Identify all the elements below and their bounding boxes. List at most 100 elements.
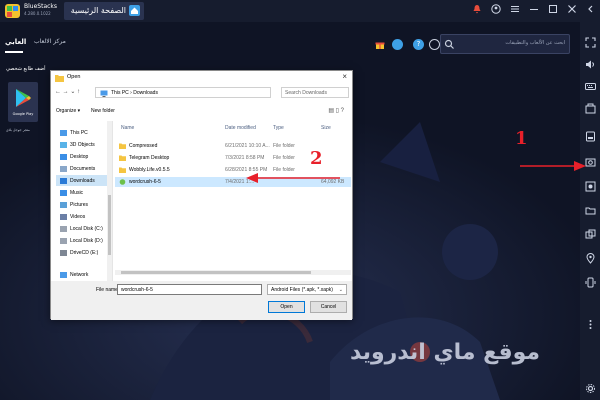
install-apk-icon[interactable] (584, 130, 596, 142)
folder-icon (119, 155, 126, 161)
more-icon[interactable] (584, 318, 596, 330)
file-name-field[interactable]: wordcrush-6-5 (117, 284, 262, 295)
settings-icon[interactable] (584, 382, 596, 394)
file-list-scrollbar-thumb[interactable] (121, 271, 311, 274)
column-header-size[interactable]: Size (321, 125, 331, 131)
chevron-down-icon: ⌄ (338, 287, 343, 293)
folder-icon[interactable] (584, 204, 596, 216)
file-list-scrollbar[interactable] (115, 270, 351, 275)
app-version: 4.280.0.1022 (24, 11, 51, 16)
my-games-title: أضف طابع شخصي (6, 66, 46, 72)
nav-item-desktop[interactable]: Desktop (56, 151, 88, 162)
minimize-icon[interactable] (528, 3, 540, 15)
dialog-search-placeholder: Search Downloads (285, 90, 327, 96)
expand-icon[interactable] (585, 3, 597, 15)
maximize-icon[interactable] (547, 3, 559, 15)
open-file-dialog: Open × ← → ⌄ ↑ This PC › Downloads Searc… (50, 70, 353, 320)
path-text: This PC › Downloads (111, 90, 158, 96)
screenshot-icon[interactable] (584, 102, 596, 114)
gift-icon[interactable] (375, 40, 385, 50)
nav-item-local-disk-c[interactable]: Local Disk (C:) (56, 223, 103, 234)
record-icon[interactable] (584, 180, 596, 192)
document-icon (60, 165, 67, 172)
nav-item-network[interactable]: Network (56, 269, 88, 280)
nav-scrollbar-thumb[interactable] (108, 195, 111, 255)
apk-file-icon (119, 179, 126, 185)
search-input[interactable]: ابحث عن الألعاب والتطبيقات (440, 34, 570, 54)
nav-item-pictures[interactable]: Pictures (56, 199, 88, 210)
keyboard-icon[interactable] (584, 80, 596, 92)
active-tab-indicator (5, 51, 23, 53)
video-icon (60, 213, 67, 220)
folder-icon (55, 75, 64, 82)
nav-item-drivecd-e[interactable]: DriveCD (E:) (56, 247, 98, 258)
navigation-pane: This PC 3D Objects Desktop Documents Dow… (51, 121, 113, 281)
bell-icon[interactable] (471, 3, 483, 15)
cd-drive-icon (60, 249, 67, 256)
view-options-icon[interactable]: ▤ ▯ ? (328, 107, 344, 114)
dialog-title-bar: Open × (51, 71, 352, 85)
twitter-icon[interactable] (392, 39, 403, 50)
home-icon (129, 5, 140, 16)
dialog-close-icon[interactable]: × (342, 72, 347, 81)
column-header-date[interactable]: Date modified (225, 125, 256, 131)
watermark: موقع ماي اندرويد (350, 340, 541, 365)
close-icon[interactable] (566, 3, 578, 15)
nav-item-local-disk-d[interactable]: Local Disk (D:) (56, 235, 103, 246)
google-play-tile[interactable]: Google Play (8, 82, 38, 122)
google-play-caption: متجر جوجل بلاي (6, 128, 30, 132)
account-icon[interactable] (490, 3, 502, 15)
folder-icon (119, 167, 126, 173)
dialog-toolbar: Organize ▾ New folder ▤ ▯ ? (51, 105, 352, 117)
right-sidebar (580, 22, 600, 400)
fullscreen-icon[interactable] (584, 36, 596, 48)
location-icon[interactable] (584, 252, 596, 264)
file-name-value: wordcrush-6-5 (121, 287, 153, 293)
network-icon (60, 271, 67, 278)
sync-icon[interactable] (429, 39, 440, 50)
google-play-label: Google Play (12, 112, 34, 116)
column-header-name[interactable]: Name (121, 125, 134, 131)
file-type-value: Android Files (*.apk, *.xapk) (271, 287, 333, 293)
camera-icon[interactable] (584, 156, 596, 168)
annotation-step-1: 1 (515, 128, 528, 149)
search-icon (444, 39, 454, 49)
cancel-button[interactable]: Cancel (310, 301, 347, 313)
picture-icon (60, 201, 67, 208)
open-button[interactable]: Open (268, 301, 305, 313)
nav-item-music[interactable]: Music (56, 187, 83, 198)
nav-item-documents[interactable]: Documents (56, 163, 95, 174)
multi-instance-icon[interactable] (584, 228, 596, 240)
search-placeholder: ابحث عن الألعاب والتطبيقات (505, 40, 565, 46)
nav-item-videos[interactable]: Videos (56, 211, 85, 222)
shake-icon[interactable] (584, 276, 596, 288)
nav-arrows-icon[interactable]: ← → ⌄ ↑ (55, 88, 80, 95)
tab-game-center[interactable]: مركز الالعاب (34, 38, 66, 45)
file-type-select[interactable]: Android Files (*.apk, *.xapk) ⌄ (267, 284, 347, 295)
app-name: BlueStacks (24, 3, 58, 10)
dialog-search-input[interactable]: Search Downloads (281, 87, 349, 98)
tab-my-games[interactable]: العابي (5, 38, 26, 46)
address-bar: ← → ⌄ ↑ This PC › Downloads Search Downl… (51, 85, 352, 99)
desktop-icon (60, 153, 67, 160)
home-tab-label: الصفحة الرئيسية (70, 6, 126, 15)
title-bar: BlueStacks 4.280.0.1022 الصفحة الرئيسية (0, 0, 600, 22)
organize-button[interactable]: Organize ▾ (56, 108, 80, 114)
nav-item-3d-objects[interactable]: 3D Objects (56, 139, 95, 150)
column-header-type[interactable]: Type (273, 125, 284, 131)
path-field[interactable]: This PC › Downloads (95, 87, 271, 98)
dialog-footer: File name: wordcrush-6-5 Android Files (… (51, 281, 352, 320)
google-play-icon (16, 89, 31, 107)
volume-icon[interactable] (584, 58, 596, 70)
secondary-header: العابي مركز الالعاب ? ابحث عن الألعاب وا… (0, 22, 578, 62)
help-icon[interactable]: ? (413, 39, 424, 50)
nav-item-this-pc[interactable]: This PC (56, 127, 88, 138)
menu-icon[interactable] (509, 3, 521, 15)
nav-scrollbar[interactable] (107, 121, 112, 281)
dialog-title: Open (67, 74, 81, 80)
bluestacks-logo-icon (5, 4, 20, 18)
nav-item-downloads[interactable]: Downloads (56, 175, 108, 186)
tab-home[interactable]: الصفحة الرئيسية (64, 2, 144, 20)
file-row-selected[interactable]: wordcrush-6-5 7/4/2021 1:... 64,092 KB (115, 177, 351, 187)
new-folder-button[interactable]: New folder (91, 108, 115, 114)
